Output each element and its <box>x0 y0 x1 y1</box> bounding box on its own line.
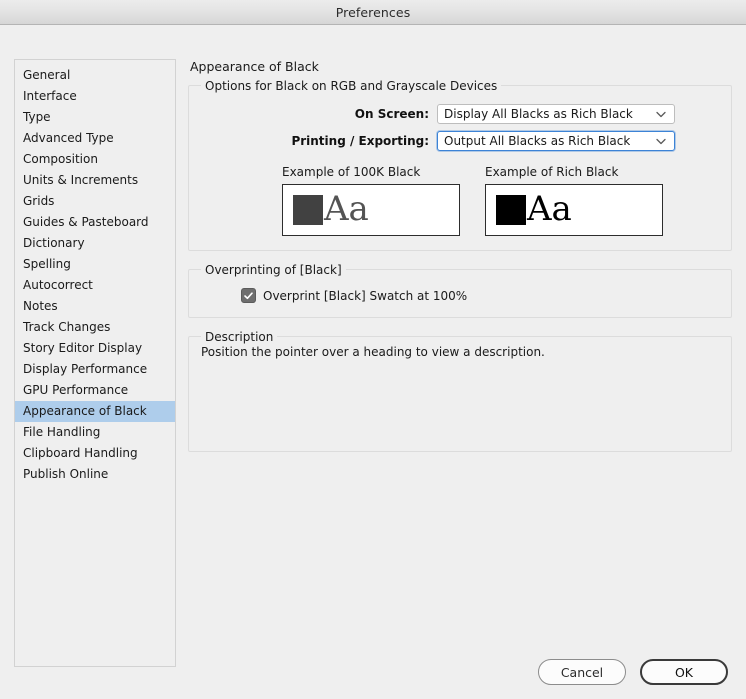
on-screen-row: On Screen: Display All Blacks as Rich Bl… <box>203 104 717 124</box>
printing-exporting-label: Printing / Exporting: <box>291 134 429 148</box>
page-title: Appearance of Black <box>190 59 319 74</box>
sidebar-item-appearance-of-black[interactable]: Appearance of Black <box>15 401 175 422</box>
sidebar-item-spelling[interactable]: Spelling <box>15 254 175 275</box>
preferences-category-sidebar[interactable]: General Interface Type Advanced Type Composi… <box>14 59 176 667</box>
example-swatch-box: Aa <box>485 184 663 236</box>
swatch-square <box>496 195 526 225</box>
checkmark-icon <box>244 291 253 299</box>
sidebar-item-display-performance[interactable]: Display Performance <box>15 359 175 380</box>
options-group-content: On Screen: Display All Blacks as Rich Bl… <box>189 86 731 250</box>
on-screen-label: On Screen: <box>354 107 429 121</box>
description-text: Position the pointer over a heading to v… <box>201 345 545 359</box>
overprinting-group-legend: Overprinting of [Black] <box>201 263 346 277</box>
cancel-button[interactable]: Cancel <box>538 659 626 685</box>
example-swatch-box: Aa <box>282 184 460 236</box>
sidebar-item-guides-pasteboard[interactable]: Guides & Pasteboard <box>15 212 175 233</box>
printing-exporting-row: Printing / Exporting: Output All Blacks … <box>203 131 717 151</box>
example-block-0: Example of 100K Black Aa <box>282 165 460 236</box>
sidebar-item-general[interactable]: General <box>15 65 175 86</box>
options-group-legend: Options for Black on RGB and Grayscale D… <box>201 79 502 93</box>
sidebar-item-grids[interactable]: Grids <box>15 191 175 212</box>
on-screen-select-value: Display All Blacks as Rich Black <box>444 107 633 121</box>
sidebar-item-publish-online[interactable]: Publish Online <box>15 464 175 485</box>
printing-exporting-select-value: Output All Blacks as Rich Black <box>444 134 631 148</box>
description-group-legend: Description <box>201 330 278 344</box>
example-block-1: Example of Rich Black Aa <box>485 165 663 236</box>
preferences-main-panel: Appearance of Black Options for Black on… <box>188 59 732 470</box>
sidebar-item-units-increments[interactable]: Units & Increments <box>15 170 175 191</box>
black-examples: Example of 100K Black Aa Example of Rich B… <box>203 165 717 236</box>
overprint-checkbox[interactable] <box>241 288 256 303</box>
on-screen-select[interactable]: Display All Blacks as Rich Black <box>437 104 675 124</box>
sidebar-item-advanced-type[interactable]: Advanced Type <box>15 128 175 149</box>
sidebar-item-composition[interactable]: Composition <box>15 149 175 170</box>
sidebar-item-type[interactable]: Type <box>15 107 175 128</box>
window-titlebar: Preferences <box>0 0 746 25</box>
overprinting-group-content: Overprint [Black] Swatch at 100% <box>189 270 731 317</box>
sidebar-list: General Interface Type Advanced Type Composi… <box>15 60 175 485</box>
window-title: Preferences <box>335 4 411 20</box>
sidebar-item-file-handling[interactable]: File Handling <box>15 422 175 443</box>
overprint-checkbox-row[interactable]: Overprint [Black] Swatch at 100% <box>203 288 717 303</box>
dialog-footer: Cancel OK <box>538 659 728 685</box>
sidebar-item-track-changes[interactable]: Track Changes <box>15 317 175 338</box>
description-group: Description Position the pointer over a … <box>188 330 732 452</box>
options-for-black-group: Options for Black on RGB and Grayscale D… <box>188 79 732 251</box>
swatch-square <box>293 195 323 225</box>
overprinting-group: Overprinting of [Black] Overprint [Black… <box>188 263 732 318</box>
ok-button[interactable]: OK <box>640 659 728 685</box>
sidebar-item-notes[interactable]: Notes <box>15 296 175 317</box>
preferences-dialog-body: General Interface Type Advanced Type Composi… <box>0 25 746 699</box>
sidebar-item-clipboard-handling[interactable]: Clipboard Handling <box>15 443 175 464</box>
swatch-sample-text: Aa <box>324 189 369 229</box>
overprint-checkbox-label: Overprint [Black] Swatch at 100% <box>263 288 468 303</box>
example-caption: Example of Rich Black <box>485 165 619 179</box>
chevron-down-icon <box>656 132 666 150</box>
example-caption: Example of 100K Black <box>282 165 421 179</box>
description-group-content: Position the pointer over a heading to v… <box>189 337 731 451</box>
sidebar-item-story-editor-display[interactable]: Story Editor Display <box>15 338 175 359</box>
printing-exporting-select[interactable]: Output All Blacks as Rich Black <box>437 131 675 151</box>
chevron-down-icon <box>656 105 666 123</box>
sidebar-item-dictionary[interactable]: Dictionary <box>15 233 175 254</box>
sidebar-item-autocorrect[interactable]: Autocorrect <box>15 275 175 296</box>
swatch-sample-text: Aa <box>527 189 572 229</box>
sidebar-item-interface[interactable]: Interface <box>15 86 175 107</box>
sidebar-item-gpu-performance[interactable]: GPU Performance <box>15 380 175 401</box>
